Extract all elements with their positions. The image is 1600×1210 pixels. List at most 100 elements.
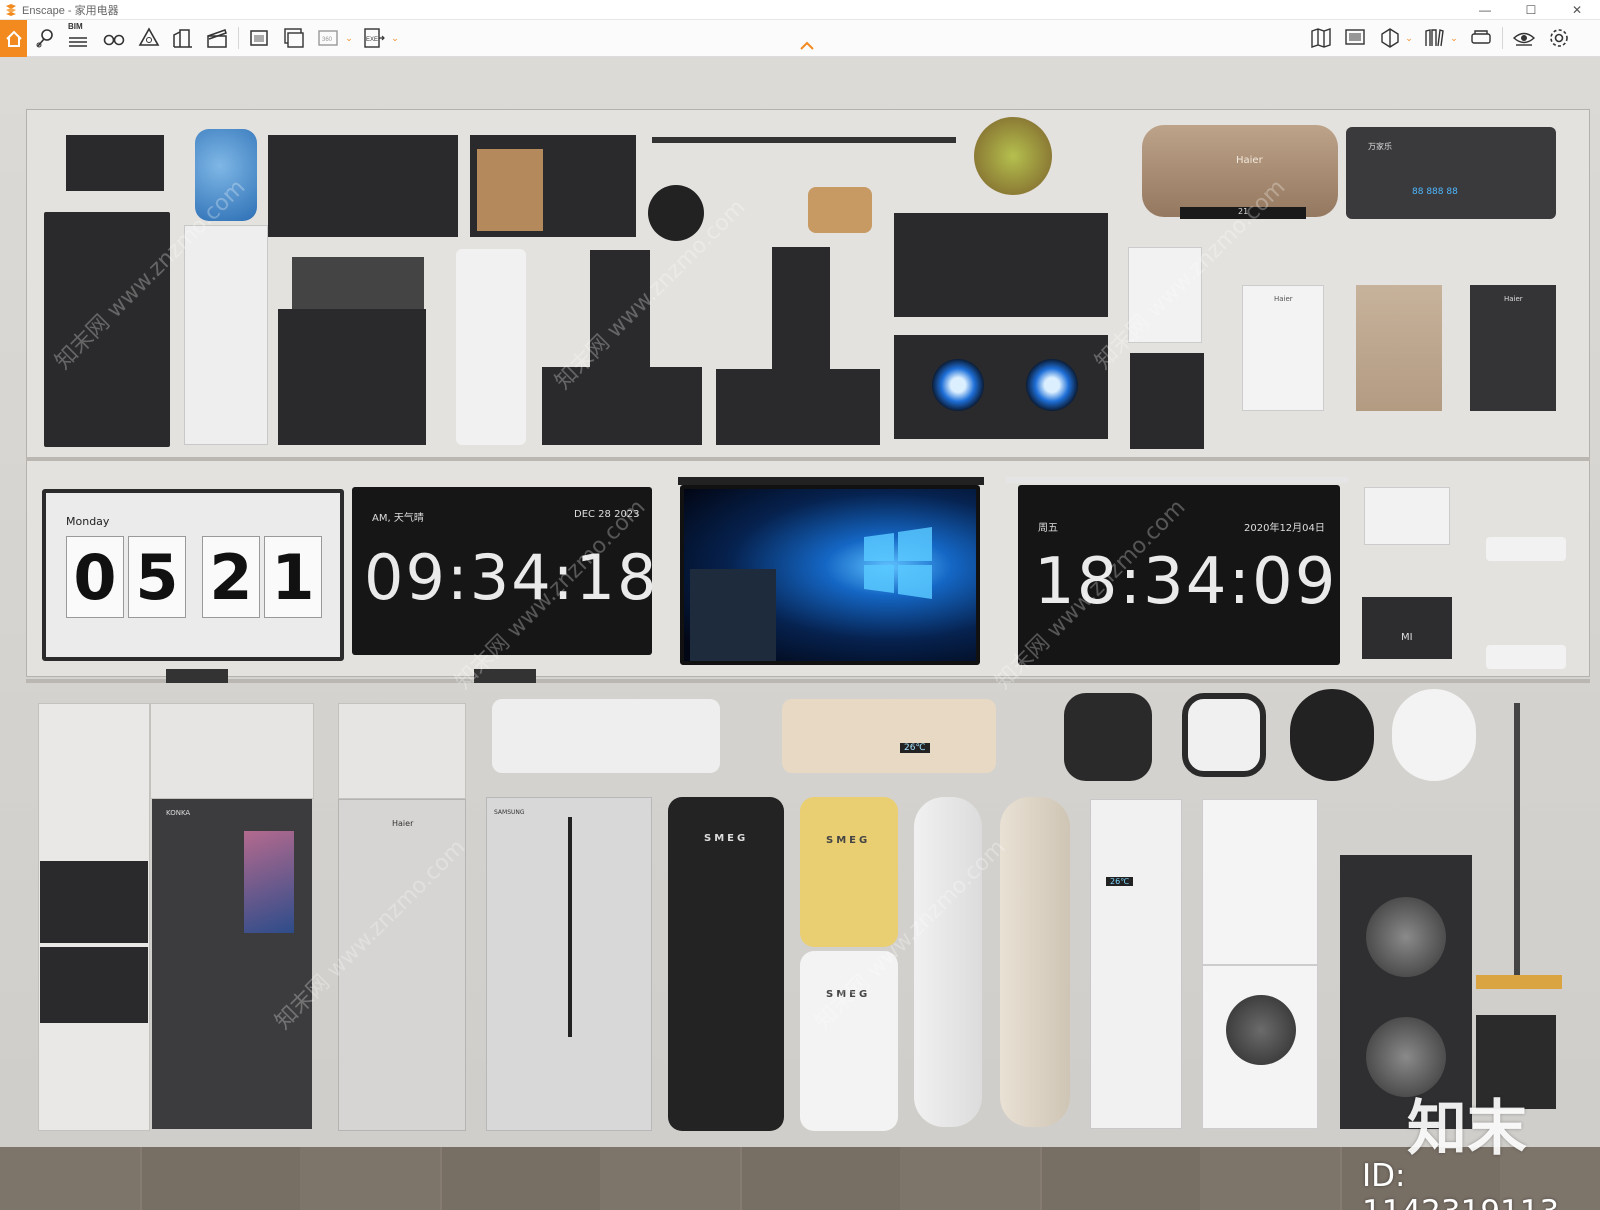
cabinet-top <box>150 703 314 799</box>
map-pin-icon <box>36 29 53 48</box>
washer-door <box>1366 897 1446 977</box>
minimize-button[interactable]: — <box>1462 0 1508 20</box>
enscape-window: Enscape - 家用电器 — ☐ ✕ BIM 360 ⌄ EXE ⌄ ⌄ ⌄… <box>0 0 1600 1210</box>
map-button[interactable] <box>1307 24 1335 52</box>
cabinet-air-conditioner <box>1090 799 1182 1129</box>
batch-capture-icon <box>284 28 304 48</box>
gas-water-heater-white <box>1242 285 1324 411</box>
binoculars-button[interactable] <box>100 24 128 52</box>
gas-heater-brand: Haier <box>1274 295 1293 303</box>
range-hood-chimney <box>772 247 830 377</box>
water-dispenser <box>184 225 268 445</box>
wall-mounted-mini-washer <box>1392 689 1476 781</box>
section-dropdown-caret[interactable]: ⌄ <box>1404 30 1414 46</box>
library-button[interactable] <box>1420 24 1448 52</box>
shelf-divider <box>26 457 1590 461</box>
visual-settings-button[interactable] <box>1510 24 1538 52</box>
flip-digit: 0 <box>66 536 124 618</box>
enscape-logo-icon <box>6 3 16 16</box>
window-controls: — ☐ ✕ <box>1462 0 1600 20</box>
cylinder-range-hood <box>456 249 526 445</box>
oven-mitts <box>808 187 872 233</box>
black-sink-double <box>268 135 458 237</box>
tower-fan <box>1000 797 1070 1127</box>
fruit-bowl <box>974 117 1052 195</box>
maximize-button[interactable]: ☐ <box>1508 0 1554 20</box>
export-dropdown-caret[interactable]: ⌄ <box>390 30 400 46</box>
location-button[interactable] <box>32 24 60 52</box>
coffee-machine <box>66 135 164 191</box>
air-conditioner-champagne <box>782 699 996 773</box>
gear-icon <box>1550 29 1568 47</box>
shelf-divider <box>26 679 1590 683</box>
vr-headset-button[interactable] <box>1467 24 1495 52</box>
blue-flame <box>932 359 984 411</box>
render-viewport[interactable]: Haier 21 万家乐 88 888 88 Haier Haier Monda… <box>0 57 1600 1210</box>
home-button[interactable] <box>0 20 27 57</box>
library-dropdown-caret[interactable]: ⌄ <box>1449 30 1459 46</box>
ac-display: 26℃ <box>900 743 930 753</box>
fridge-brand: SAMSUNG <box>494 809 525 816</box>
panorama-360-icon: 360 <box>318 30 338 46</box>
windows-desktop-screen <box>680 485 980 665</box>
presentation-icon <box>1345 29 1365 45</box>
electric-heater-brand: 万家乐 <box>1368 142 1392 151</box>
fridge-brand: Haier <box>392 819 414 828</box>
asset-button[interactable] <box>135 24 163 52</box>
section-cube-icon <box>1381 28 1399 48</box>
dishwasher <box>278 309 426 445</box>
svg-text:360: 360 <box>322 37 333 43</box>
window-title: Enscape - 家用电器 <box>22 4 119 17</box>
capture-icon <box>250 30 268 46</box>
znzmo-watermark-id: ID: 1142319113 <box>1362 1158 1559 1210</box>
video-editor-button[interactable] <box>203 24 231 52</box>
air-conditioner-white <box>492 699 720 773</box>
asset-icon <box>138 27 160 46</box>
settings-button[interactable] <box>1545 24 1573 52</box>
flip-digit: 2 <box>202 536 260 618</box>
presentation-button[interactable] <box>1341 24 1369 52</box>
speaker-bar <box>166 669 228 683</box>
panorama-dropdown-caret[interactable]: ⌄ <box>344 30 354 46</box>
built-in-coffee-machine <box>40 861 148 943</box>
screenshot-button[interactable] <box>245 24 273 52</box>
fridge-brand: SMEG <box>704 833 749 844</box>
blue-flame <box>1026 359 1078 411</box>
ac-tower-display: 26℃ <box>1106 877 1134 886</box>
binoculars-icon <box>103 34 125 46</box>
title-bar: Enscape - 家用电器 — ☐ ✕ <box>0 0 1600 20</box>
gas-water-heater-champagne <box>1356 285 1442 411</box>
buildings-icon <box>173 29 192 48</box>
ceiling-projector <box>1486 537 1566 561</box>
instant-water-heater <box>1130 353 1204 449</box>
range-hood-black <box>716 369 880 445</box>
gas-water-heater-black <box>1470 285 1556 411</box>
panorama-button[interactable]: 360 <box>314 24 342 52</box>
smeg-fridge-yellow: SMEG <box>800 797 898 947</box>
mop-head <box>1476 975 1562 989</box>
eye-settings-icon <box>1512 32 1536 46</box>
buildings-button[interactable] <box>169 24 197 52</box>
tumble-dryer <box>1202 799 1318 965</box>
mi-projector-white <box>1364 487 1450 545</box>
map-icon <box>1311 28 1331 48</box>
home-icon <box>5 30 22 47</box>
mi-projector-black <box>1362 597 1452 659</box>
section-button[interactable] <box>1376 24 1404 52</box>
books-icon <box>1425 29 1444 47</box>
batch-render-button[interactable] <box>280 24 308 52</box>
znzmo-watermark-logo: 知末 <box>1407 1094 1527 1164</box>
bim-button[interactable] <box>64 24 92 52</box>
electric-heater-readout: 88 888 88 <box>1412 187 1458 197</box>
bim-list-icon <box>69 37 87 47</box>
gas-hob-pots <box>894 213 1108 317</box>
toolbar-separator <box>238 27 239 49</box>
built-in-oven <box>40 947 148 1023</box>
export-exe-button[interactable]: EXE <box>360 24 388 52</box>
gas-heater-brand: Haier <box>1504 295 1523 303</box>
cordless-mop-pole <box>1514 703 1520 983</box>
close-button[interactable]: ✕ <box>1554 0 1600 20</box>
clock-weekday: 周五 <box>1038 523 1058 534</box>
screen-roller <box>1006 477 1348 483</box>
collapse-toolbar-chevron-icon[interactable] <box>798 39 816 53</box>
